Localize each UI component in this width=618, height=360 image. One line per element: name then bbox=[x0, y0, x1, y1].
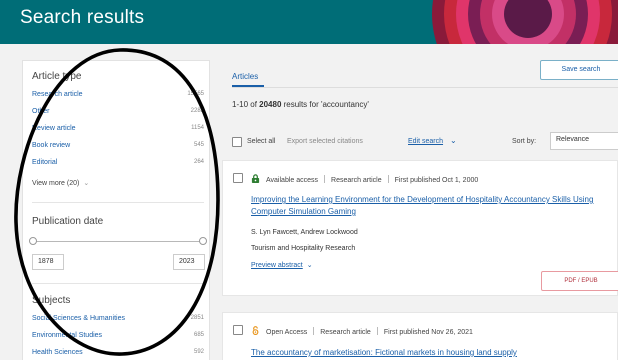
facet-item-research-article[interactable]: Research article 15565 bbox=[32, 89, 204, 103]
chevron-down-icon: ⌄ bbox=[83, 180, 90, 187]
preview-abstract-label: Preview abstract bbox=[251, 262, 303, 269]
chevron-down-icon: ⌄ bbox=[306, 262, 313, 269]
article-type: Research article bbox=[320, 329, 371, 336]
facet-item-health-sciences[interactable]: Health Sciences 592 bbox=[32, 347, 204, 360]
facet-item-label: Editorial bbox=[32, 159, 58, 166]
facet-item-social-sciences[interactable]: Social Sciences & Humanities 2851 bbox=[32, 313, 204, 327]
facet-item-label: Social Sciences & Humanities bbox=[32, 315, 125, 322]
sort-by-label: Sort by: bbox=[512, 138, 537, 145]
tabs-divider bbox=[232, 87, 618, 88]
facet-item-count: 1154 bbox=[191, 125, 204, 131]
select-all-label[interactable]: Select all bbox=[247, 138, 275, 145]
preview-abstract-toggle[interactable]: Preview abstract ⌄ bbox=[251, 261, 313, 269]
facet-item-count: 15565 bbox=[187, 91, 204, 97]
page-title: Search results bbox=[20, 7, 145, 28]
result-title-line: The accountancy of marketisation: Fictio… bbox=[251, 348, 517, 357]
select-all-checkbox[interactable] bbox=[232, 137, 242, 147]
result-checkbox[interactable] bbox=[233, 325, 243, 335]
pdf-epub-button[interactable]: PDF / EPUB bbox=[541, 271, 618, 291]
save-search-button[interactable]: Save search bbox=[540, 60, 618, 80]
tab-articles[interactable]: Articles bbox=[232, 72, 258, 81]
facet-item-count: 545 bbox=[193, 142, 204, 148]
date-range-handle-end[interactable] bbox=[199, 237, 207, 245]
result-meta: Available access Research article First pu… bbox=[251, 174, 618, 186]
access-label: Open Access bbox=[266, 329, 308, 336]
lock-open-icon bbox=[251, 174, 260, 183]
result-card: Open Access Research article First publish… bbox=[222, 312, 618, 360]
view-more-button[interactable]: View more (20) ⌄ bbox=[32, 179, 89, 187]
result-card: Available access Research article First pu… bbox=[222, 160, 618, 296]
result-meta: Open Access Research article First publish… bbox=[251, 326, 618, 338]
open-access-icon bbox=[252, 326, 259, 335]
facet-item-other[interactable]: Other 2283 bbox=[32, 106, 204, 120]
result-title-link[interactable]: Improving the Learning Environment for t… bbox=[251, 194, 611, 218]
year-to-input[interactable]: 2023 bbox=[173, 254, 205, 270]
facet-item-count: 592 bbox=[193, 349, 204, 355]
results-main: Articles Save search 1-10 of 20480 resul… bbox=[222, 56, 618, 360]
facet-item-editorial[interactable]: Editorial 264 bbox=[32, 157, 204, 171]
result-range: 1-10 bbox=[232, 100, 249, 109]
edit-search-link[interactable]: Edit search bbox=[408, 138, 443, 145]
result-checkbox[interactable] bbox=[233, 173, 243, 183]
facet-divider bbox=[32, 283, 204, 284]
facet-item-count: 264 bbox=[193, 159, 204, 165]
published-date: First published Nov 26, 2021 bbox=[383, 329, 473, 336]
filter-sidebar: Article type Research article 15565 Othe… bbox=[22, 60, 210, 360]
facet-item-label: Health Sciences bbox=[32, 349, 83, 356]
date-range-track bbox=[32, 241, 204, 242]
facet-divider bbox=[32, 202, 204, 203]
access-label: Available access bbox=[266, 177, 319, 184]
published-date: First published Oct 1, 2000 bbox=[394, 177, 479, 184]
year-from-input[interactable]: 1878 bbox=[32, 254, 64, 270]
facet-item-label: Other bbox=[32, 108, 50, 115]
page-header: Search results bbox=[0, 0, 618, 44]
result-count: 1-10 of 20480 results for 'accountancy' bbox=[232, 100, 369, 109]
facet-title-subjects: Subjects bbox=[32, 295, 71, 306]
result-of: of bbox=[248, 100, 260, 109]
result-title-line: Improving the Learning Environment for t… bbox=[251, 195, 594, 204]
facet-item-label: Research article bbox=[32, 91, 83, 98]
facet-item-review-article[interactable]: Review article 1154 bbox=[32, 123, 204, 137]
facet-item-label: Environmental Studies bbox=[32, 332, 103, 339]
result-title-line: Computer Simulation Gaming bbox=[251, 207, 356, 216]
facet-item-environmental-studies[interactable]: Environmental Studies 685 bbox=[32, 330, 204, 344]
export-citations-button[interactable]: Export selected citations bbox=[287, 138, 363, 145]
results-toolbar: Select all Export selected citations Edi… bbox=[232, 132, 618, 150]
result-total: 20480 bbox=[259, 100, 282, 109]
result-authors: S. Lyn Fawcett, Andrew Lockwood bbox=[251, 229, 358, 236]
result-query: results for 'accountancy' bbox=[281, 100, 369, 109]
facet-item-count: 2851 bbox=[190, 315, 204, 321]
date-range-handle-start[interactable] bbox=[29, 237, 37, 245]
article-type: Research article bbox=[331, 177, 382, 184]
chevron-down-icon: ⌄ bbox=[450, 136, 457, 145]
facet-item-count: 685 bbox=[193, 332, 204, 338]
result-journal: Tourism and Hospitality Research bbox=[251, 245, 356, 252]
sort-select[interactable]: Relevance bbox=[550, 132, 618, 150]
facet-item-book-review[interactable]: Book review 545 bbox=[32, 140, 204, 154]
facet-item-count: 2283 bbox=[190, 108, 204, 114]
result-title-link[interactable]: The accountancy of marketisation: Fictio… bbox=[251, 347, 611, 359]
facet-title-publication-date: Publication date bbox=[32, 216, 104, 227]
facet-item-label: Book review bbox=[32, 142, 71, 149]
facet-item-label: Review article bbox=[32, 125, 76, 132]
facet-title-article-type: Article type bbox=[32, 71, 82, 82]
view-more-label: View more (20) bbox=[32, 180, 80, 187]
